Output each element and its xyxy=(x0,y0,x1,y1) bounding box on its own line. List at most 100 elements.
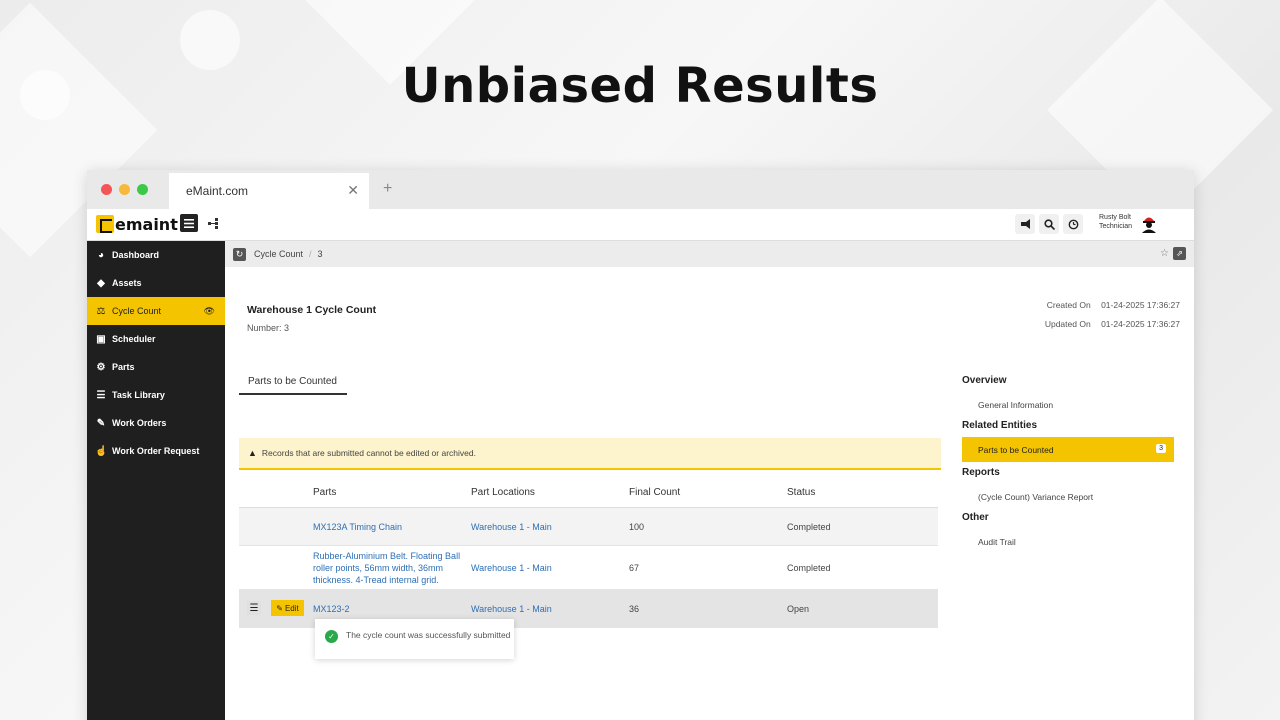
sidebar-item-scheduler[interactable]: ▣ Scheduler xyxy=(87,325,225,353)
sidebar-item-cycle-count[interactable]: ⚖ Cycle Count 👁 xyxy=(87,297,225,325)
final-count: 100 xyxy=(629,521,645,532)
calendar-icon: ▣ xyxy=(96,333,106,345)
announcement-button[interactable] xyxy=(1015,214,1035,234)
column-header-final-count[interactable]: Final Count xyxy=(629,487,787,498)
scale-icon: ⚖ xyxy=(96,305,106,317)
toast-message: The cycle count was successfully submitt… xyxy=(346,630,511,640)
table-header: Parts Part Locations Final Count Status xyxy=(239,478,938,508)
updated-on-label: Updated On xyxy=(1044,319,1091,329)
related-item-label: Parts to be Counted xyxy=(978,444,1054,455)
app-header: emaint Rusty Bolt Technician xyxy=(87,209,1194,241)
part-link[interactable]: MX123-2 xyxy=(313,604,471,614)
new-tab-button[interactable]: + xyxy=(383,180,392,198)
location-link[interactable]: Warehouse 1 - Main xyxy=(471,604,629,614)
alert-banner: ▲ Records that are submitted cannot be e… xyxy=(239,438,941,470)
audit-trail-link[interactable]: Audit Trail xyxy=(962,529,1182,554)
table-row[interactable]: MX123A Timing Chain Warehouse 1 - Main 1… xyxy=(239,508,938,546)
hand-icon: ☝ xyxy=(95,445,108,457)
browser-tab-bar: eMaint.com ✕ + xyxy=(87,170,1194,209)
part-link[interactable]: MX123A Timing Chain xyxy=(313,522,471,532)
history-button[interactable] xyxy=(1063,214,1083,234)
favorite-star-icon[interactable]: ☆ xyxy=(1160,248,1169,259)
user-name: Rusty Bolt xyxy=(1099,214,1131,221)
export-icon[interactable]: ⇗ xyxy=(1173,247,1186,260)
other-heading: Other xyxy=(962,512,989,523)
updated-on: Updated On 01-24-2025 17:36:27 xyxy=(1045,319,1180,329)
status: Completed xyxy=(787,562,831,573)
column-header-part-locations[interactable]: Part Locations xyxy=(471,487,629,498)
right-panel: Overview General Information Related Ent… xyxy=(962,375,1182,554)
related-entities-heading: Related Entities xyxy=(962,420,1038,431)
table-row[interactable]: Rubber-Aluminium Belt. Floating Ball rol… xyxy=(239,546,938,590)
browser-tab[interactable]: eMaint.com ✕ xyxy=(169,173,369,209)
history-icon xyxy=(1068,219,1078,229)
list-icon: ☰ xyxy=(96,389,106,401)
part-link[interactable]: Rubber-Aluminium Belt. Floating Ball rol… xyxy=(313,550,463,586)
wrench-icon: ✎ xyxy=(96,417,106,429)
count-badge: 3 xyxy=(1156,444,1166,453)
user-role: Technician xyxy=(1099,223,1133,230)
edit-button[interactable]: ✎ Edit xyxy=(271,600,304,616)
sidebar-item-assets[interactable]: ◆ Assets xyxy=(87,269,225,297)
reports-heading: Reports xyxy=(962,467,1000,478)
row-menu-button[interactable]: ☰ xyxy=(247,601,261,615)
sidebar-item-label: Task Library xyxy=(112,390,165,400)
logo-text: emaint xyxy=(115,214,178,234)
sidebar-item-work-orders[interactable]: ✎ Work Orders xyxy=(87,409,225,437)
eye-icon[interactable]: 👁 xyxy=(204,306,215,317)
search-icon xyxy=(1043,218,1055,230)
app-logo[interactable]: emaint xyxy=(96,213,178,235)
sidebar-item-work-order-request[interactable]: ☝ Work Order Request xyxy=(87,437,225,465)
created-on-label: Created On xyxy=(1046,300,1091,310)
sidebar-item-label: Parts xyxy=(112,362,135,372)
sidebar-item-label: Dashboard xyxy=(112,250,160,260)
status: Completed xyxy=(787,521,831,532)
checkmark-icon: ✓ xyxy=(325,630,338,643)
window-maximize-dot[interactable] xyxy=(137,184,148,195)
hamburger-icon xyxy=(184,218,194,228)
alert-text: Records that are submitted cannot be edi… xyxy=(261,448,476,458)
window-minimize-dot[interactable] xyxy=(119,184,130,195)
sidebar-item-label: Scheduler xyxy=(112,334,156,344)
variance-report-link[interactable]: (Cycle Count) Variance Report xyxy=(962,484,1182,509)
created-on-value: 01-24-2025 17:36:27 xyxy=(1101,300,1180,310)
parts-table: Parts Part Locations Final Count Status … xyxy=(239,478,938,628)
breadcrumb: ↻ Cycle Count / 3 ☆ ⇗ xyxy=(225,241,1194,267)
refresh-icon[interactable]: ↻ xyxy=(233,247,246,261)
close-tab-icon[interactable]: ✕ xyxy=(347,182,359,199)
sidebar-item-label: Cycle Count xyxy=(112,306,162,316)
megaphone-icon xyxy=(1020,219,1030,229)
menu-toggle-button[interactable] xyxy=(180,214,198,232)
sidebar: ◕ Dashboard ◆ Assets ⚖ Cycle Count 👁 ▣ S… xyxy=(87,241,225,720)
search-button[interactable] xyxy=(1039,214,1059,234)
dashboard-icon: ◕ xyxy=(97,249,105,261)
created-on: Created On 01-24-2025 17:36:27 xyxy=(1047,300,1180,310)
tab-parts-to-be-counted[interactable]: Parts to be Counted xyxy=(239,376,347,395)
sidebar-item-parts[interactable]: ⚙ Parts xyxy=(87,353,225,381)
sidebar-item-dashboard[interactable]: ◕ Dashboard xyxy=(87,241,225,269)
location-link[interactable]: Warehouse 1 - Main xyxy=(471,562,629,574)
general-information-link[interactable]: General Information xyxy=(962,392,1182,417)
column-header-status[interactable]: Status xyxy=(787,487,937,498)
sidebar-item-task-library[interactable]: ☰ Task Library xyxy=(87,381,225,409)
hierarchy-icon xyxy=(207,217,218,229)
location-link[interactable]: Warehouse 1 - Main xyxy=(471,522,629,532)
sidebar-item-label: Assets xyxy=(112,278,142,288)
final-count: 67 xyxy=(629,562,640,573)
breadcrumb-separator: / xyxy=(309,249,312,259)
column-header-parts[interactable]: Parts xyxy=(313,487,471,498)
hierarchy-button[interactable] xyxy=(204,214,222,232)
overview-heading: Overview xyxy=(962,375,1007,386)
user-info[interactable]: Rusty Bolt Technician xyxy=(1099,213,1132,231)
window-close-dot[interactable] xyxy=(101,184,112,195)
parts-to-be-counted-link[interactable]: Parts to be Counted 3 xyxy=(962,437,1174,462)
browser-tab-title: eMaint.com xyxy=(186,184,249,198)
browser-window: eMaint.com ✕ + emaint Rusty Bolt Technic… xyxy=(87,170,1194,720)
sidebar-item-label: Work Order Request xyxy=(112,446,200,456)
breadcrumb-module[interactable]: Cycle Count xyxy=(254,249,303,259)
cube-icon: ◆ xyxy=(97,277,105,289)
technician-avatar-icon[interactable] xyxy=(1140,213,1158,233)
headline: Unbiased Results xyxy=(401,58,879,114)
sidebar-item-label: Work Orders xyxy=(112,418,167,428)
breadcrumb-record: 3 xyxy=(317,249,323,259)
